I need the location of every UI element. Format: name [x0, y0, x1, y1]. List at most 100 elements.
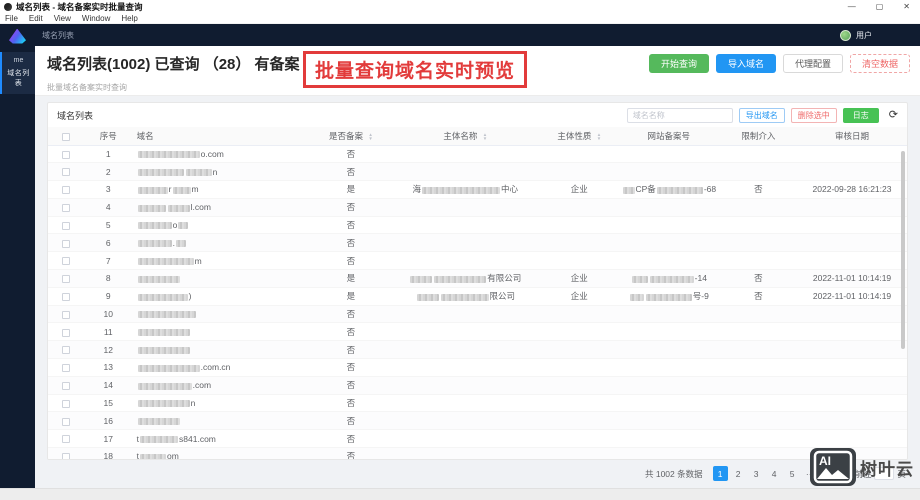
page-button-4[interactable]: 4	[767, 466, 782, 481]
row-checkbox[interactable]	[62, 311, 70, 319]
user-area[interactable]: 用户	[840, 30, 872, 41]
redacted-text	[417, 294, 439, 301]
cell-domain: o.com	[133, 145, 312, 163]
page-button-2[interactable]: 2	[731, 466, 746, 481]
cell-date	[797, 359, 907, 377]
maximize-button[interactable]: ▢	[876, 2, 884, 12]
cell-date	[797, 412, 907, 430]
column-header-nature[interactable]: 主体性质 ▲▼	[541, 127, 618, 145]
tab-domain-list[interactable]: 域名列表	[42, 30, 74, 41]
minimize-button[interactable]: —	[848, 2, 856, 12]
cell-domain: n	[133, 394, 312, 412]
row-checkbox[interactable]	[62, 346, 70, 354]
menu-help[interactable]: Help	[121, 14, 137, 23]
row-checkbox[interactable]	[62, 257, 70, 265]
cell-restricted	[720, 145, 797, 163]
cell-filed: 否	[312, 305, 390, 323]
sidebar-item-domain-list[interactable]: me 域名列表	[0, 52, 35, 94]
cell-num: 9	[84, 287, 133, 305]
row-checkbox[interactable]	[62, 186, 70, 194]
clear-data-button[interactable]: 清空数据	[850, 54, 910, 73]
export-domains-button[interactable]: 导出域名	[739, 108, 785, 123]
app-icon	[4, 3, 12, 11]
redacted-text	[138, 418, 180, 425]
sidebar-item-small-label: me	[4, 57, 33, 64]
cell-license	[618, 376, 720, 394]
user-avatar[interactable]	[840, 30, 851, 41]
row-checkbox[interactable]	[62, 400, 70, 408]
menu-window[interactable]: Window	[82, 14, 110, 23]
cell-num: 17	[84, 430, 133, 448]
row-checkbox[interactable]	[62, 453, 70, 460]
column-header-license: 网站备案号	[618, 127, 720, 145]
pagination: 共 1002 条数据 12345···51 › 前往 页	[35, 460, 920, 481]
cell-nature	[541, 252, 618, 270]
redacted-text	[434, 276, 486, 283]
sort-icon[interactable]: ▲▼	[368, 133, 372, 140]
row-checkbox[interactable]	[62, 418, 70, 426]
cell-subject	[390, 394, 541, 412]
cell-nature	[541, 145, 618, 163]
menu-file[interactable]: File	[5, 14, 18, 23]
close-button[interactable]: ✕	[903, 2, 910, 12]
row-checkbox[interactable]	[62, 151, 70, 159]
row-checkbox[interactable]	[62, 240, 70, 248]
cell-nature	[541, 234, 618, 252]
row-checkbox[interactable]	[62, 275, 70, 283]
proxy-config-button[interactable]: 代理配置	[783, 54, 843, 73]
redacted-text	[630, 294, 644, 301]
select-all-checkbox[interactable]	[62, 133, 70, 141]
cell-text: .com.cn	[201, 362, 231, 372]
table-row: 3rm是海中心企业CP备-68否2022-09-28 16:21:23	[48, 181, 907, 199]
delete-selected-button[interactable]: 删除选中	[791, 108, 837, 123]
row-checkbox[interactable]	[62, 364, 70, 372]
cell-restricted	[720, 448, 797, 460]
refresh-icon[interactable]: ⟳	[889, 110, 898, 121]
column-header-subject[interactable]: 主体名称 ▲▼	[390, 127, 541, 145]
page-button-5[interactable]: 5	[785, 466, 800, 481]
cell-nature: 企业	[541, 270, 618, 288]
cell-text: 海	[413, 184, 422, 194]
row-checkbox[interactable]	[62, 204, 70, 212]
import-domains-button[interactable]: 导入域名	[716, 54, 776, 73]
row-checkbox[interactable]	[62, 329, 70, 337]
row-checkbox[interactable]	[62, 435, 70, 443]
row-checkbox[interactable]	[62, 293, 70, 301]
cell-license	[618, 145, 720, 163]
search-input[interactable]	[627, 108, 733, 123]
content-area: 域名列表(1002) 已查询 （28） 有备案 （14） 批量域名备案实时查询 …	[35, 46, 920, 488]
sort-icon[interactable]: ▲▼	[483, 133, 487, 140]
cell-restricted	[720, 394, 797, 412]
logo-icon	[9, 29, 26, 44]
vertical-scrollbar[interactable]	[901, 151, 905, 349]
sort-icon[interactable]: ▲▼	[597, 133, 601, 140]
cell-num: 14	[84, 376, 133, 394]
menu-view[interactable]: View	[54, 14, 71, 23]
column-header-domain: 域名	[133, 127, 312, 145]
cell-num: 15	[84, 394, 133, 412]
row-select-cell	[48, 216, 84, 234]
cell-restricted	[720, 376, 797, 394]
menu-edit[interactable]: Edit	[29, 14, 43, 23]
page-button-1[interactable]: 1	[713, 466, 728, 481]
row-checkbox[interactable]	[62, 382, 70, 390]
row-checkbox[interactable]	[62, 222, 70, 230]
window-controls: — ▢ ✕	[848, 2, 916, 12]
toolbar-buttons: 导出域名删除选中日志	[739, 108, 879, 123]
svg-text:AI: AI	[819, 454, 831, 468]
row-select-cell	[48, 181, 84, 199]
cell-license	[618, 252, 720, 270]
row-checkbox[interactable]	[62, 168, 70, 176]
cell-domain	[133, 412, 312, 430]
cell-date	[797, 323, 907, 341]
cell-num: 4	[84, 198, 133, 216]
cell-filed: 否	[312, 198, 390, 216]
page-button-3[interactable]: 3	[749, 466, 764, 481]
column-header-num: 序号	[84, 127, 133, 145]
cell-num: 7	[84, 252, 133, 270]
start-query-button[interactable]: 开始查询	[649, 54, 709, 73]
log-button[interactable]: 日志	[843, 108, 879, 123]
column-header-filed[interactable]: 是否备案 ▲▼	[312, 127, 390, 145]
cell-subject	[390, 163, 541, 181]
cell-restricted	[720, 323, 797, 341]
